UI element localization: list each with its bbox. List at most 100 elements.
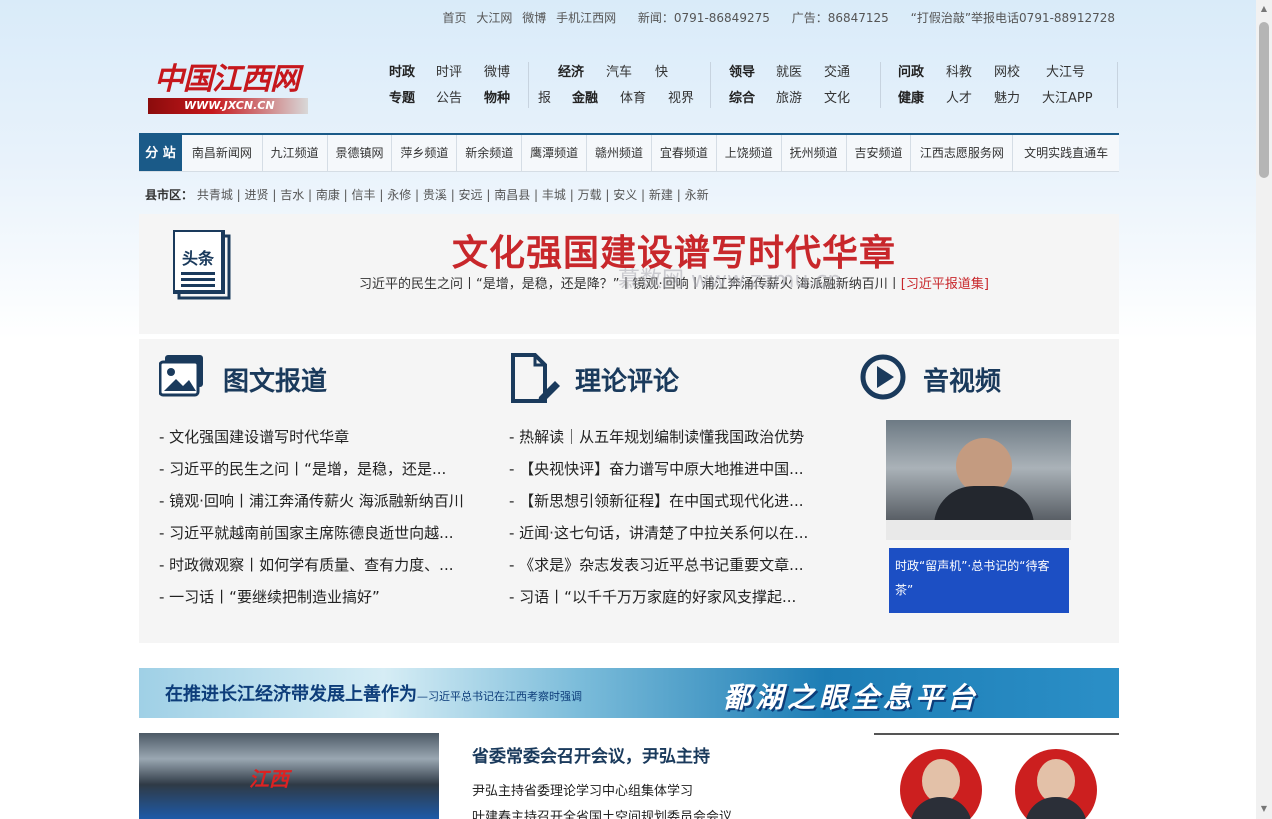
nav-shizheng[interactable]: 时政 — [389, 60, 436, 86]
channel-item[interactable]: 萍乡频道 — [392, 135, 458, 171]
theory-list: - 热解读｜从五年规划编制读懂我国政治优势 - 【央视快评】奋力谱写中原大地推进… — [509, 425, 839, 617]
theory-title[interactable]: 理论评论 — [575, 361, 679, 398]
nav-jiankang[interactable]: 健康 — [898, 86, 946, 112]
channel-item[interactable]: 文明实践直通车 — [1013, 135, 1119, 171]
site-logo[interactable]: 中国江西网 WWW.JXCN.CN — [148, 52, 314, 118]
nav-kuai[interactable]: 快 — [655, 60, 668, 86]
pic-report-list: - 文化强国建设谱写时代华章 - 习近平的民生之问丨“是增，是稳，还是... -… — [159, 425, 489, 617]
nav-weibo[interactable]: 微博 — [484, 60, 510, 86]
top-utility-bar: 首页 大江网 微博 手机江西网 新闻：0791-86849275 广告：8684… — [139, 9, 1115, 27]
nav-zhuanti[interactable]: 专题 — [389, 86, 436, 112]
channel-item[interactable]: 鹰潭频道 — [522, 135, 588, 171]
nav-divider — [1117, 62, 1118, 108]
nav-jinrong[interactable]: 金融 — [572, 86, 620, 112]
nav-meili[interactable]: 魅力 — [994, 86, 1042, 112]
channel-item[interactable]: 南昌新闻网 — [182, 135, 263, 171]
nav-wangxiao[interactable]: 网校 — [994, 60, 1046, 86]
nav-wenzheng[interactable]: 问政 — [898, 60, 946, 86]
list-item[interactable]: - 近闻·这七句话，讲清楚了中拉关系何以在... — [509, 521, 839, 553]
logo-text-cn: 中国江西网 — [154, 62, 300, 97]
leader-avatar[interactable] — [1015, 749, 1097, 819]
channel-item[interactable]: 上饶频道 — [717, 135, 782, 171]
banner-right-text: 鄱湖之眼全息平台 — [723, 681, 980, 714]
county-items[interactable]: 共青城 | 进贤 | 吉水 | 南康 | 信丰 | 永修 | 贵溪 | 安远 |… — [197, 188, 709, 202]
scroll-thumb[interactable] — [1259, 22, 1269, 178]
document-pen-icon — [511, 353, 560, 403]
video-header: 音视频 — [859, 353, 1109, 407]
banner-left: 在推进长江经济带发展上善作为—习近平总书记在江西考察时强调 — [165, 680, 582, 706]
thumbnail-desk — [886, 520, 1071, 540]
list-item[interactable]: - 《求是》杂志发表习近平总书记重要文章... — [509, 553, 839, 585]
nav-lingdao[interactable]: 领导 — [729, 60, 776, 86]
nav-shijie[interactable]: 视界 — [668, 86, 694, 112]
channel-item[interactable]: 抚州频道 — [782, 135, 847, 171]
nav-rencai[interactable]: 人才 — [946, 86, 994, 112]
channel-item[interactable]: 宜春频道 — [652, 135, 717, 171]
list-item[interactable]: - 镜观·回响丨浦江奔涌传薪火 海派融新纳百川 — [159, 489, 489, 521]
news-link[interactable]: 尹弘主持省委理论学习中心组集体学习 — [472, 780, 693, 799]
nav-jingji[interactable]: 经济 — [558, 60, 606, 86]
promo-banner[interactable]: 在推进长江经济带发展上善作为—习近平总书记在江西考察时强调 鄱湖之眼全息平台 — [139, 668, 1119, 718]
nav-jiuyi[interactable]: 就医 — [776, 60, 824, 86]
channel-item[interactable]: 江西志愿服务网 — [911, 135, 1014, 171]
nav-zonghe[interactable]: 综合 — [729, 86, 776, 112]
report-phone: “打假治敲”举报电话0791-88912728 — [910, 11, 1115, 25]
nav-dajianghao[interactable]: 大江号 — [1046, 60, 1085, 86]
channel-item[interactable]: 新余频道 — [457, 135, 523, 171]
list-item[interactable]: - 文化强国建设谱写时代华章 — [159, 425, 489, 457]
nav-kejiao[interactable]: 科教 — [946, 60, 994, 86]
page-scrollbar[interactable]: ▲ ▼ — [1256, 0, 1272, 819]
video-thumbnail[interactable] — [886, 420, 1071, 540]
photo-stage-text: 江西 — [249, 767, 289, 791]
channel-item[interactable]: 景德镇网 — [328, 135, 393, 171]
banner-left-small: —习近平总书记在江西考察时强调 — [417, 690, 582, 703]
top-link-home[interactable]: 首页 — [443, 11, 467, 25]
scroll-up-icon[interactable]: ▲ — [1259, 4, 1269, 14]
nav-wenhua[interactable]: 文化 — [824, 86, 850, 112]
top-link-mobile[interactable]: 手机江西网 — [556, 11, 616, 25]
banner-left-text: 在推进长江经济带发展上善作为 — [165, 684, 417, 705]
top-link-weibo[interactable]: 微博 — [522, 11, 546, 25]
nav-shiping[interactable]: 时评 — [436, 60, 484, 86]
list-item[interactable]: - 【央视快评】奋力谱写中原大地推进中国... — [509, 457, 839, 489]
list-item[interactable]: - 【新思想引领新征程】在中国式现代化进... — [509, 489, 839, 521]
news-link[interactable]: 叶建春主持召开全省国土空间规划委员会会议 — [472, 806, 732, 819]
video-caption[interactable]: 时政“留声机”·总书记的“待客茶” — [889, 548, 1069, 613]
news-photo[interactable]: 江西 — [139, 733, 439, 819]
nav-group-3: 领导 就医 交通 综合 旅游 文化 — [729, 60, 879, 112]
pic-report-title[interactable]: 图文报道 — [223, 361, 327, 398]
nav-wuzhong[interactable]: 物种 — [484, 86, 510, 112]
watermark: 慕数网 www.zzmu.cn — [618, 268, 842, 293]
nav-dajiang-app[interactable]: 大江APP — [1042, 86, 1093, 112]
top-link-dajiang[interactable]: 大江网 — [476, 11, 512, 25]
channel-item[interactable]: 赣州频道 — [587, 135, 652, 171]
list-item[interactable]: - 习语丨“以千千万万家庭的好家风支撑起... — [509, 585, 839, 617]
video-title[interactable]: 音视频 — [923, 361, 1001, 398]
ad-phone: 广告：86847125 — [791, 11, 889, 25]
nav-lvyou[interactable]: 旅游 — [776, 86, 824, 112]
nav-group-1: 时政 时评 微博 专题 公告 物种 — [389, 60, 519, 112]
top-news-title[interactable]: 省委常委会召开会议，尹弘主持 — [472, 742, 710, 767]
nav-group-2: 经济 汽车 快 报 金融 体育 视界 — [538, 60, 708, 112]
nav-divider — [710, 62, 711, 108]
list-item[interactable]: - 一习话丨“要继续把制造业搞好” — [159, 585, 489, 617]
logo-text-en: WWW.JXCN.CN — [148, 98, 308, 114]
channel-item[interactable]: 吉安频道 — [847, 135, 912, 171]
list-item[interactable]: - 习近平就越南前国家主席陈德良逝世向越... — [159, 521, 489, 553]
nav-tiyu[interactable]: 体育 — [620, 86, 668, 112]
county-links: 县市区： 共青城 | 进贤 | 吉水 | 南康 | 信丰 | 永修 | 贵溪 |… — [145, 186, 709, 203]
nav-bao[interactable]: 报 — [538, 86, 572, 112]
list-item[interactable]: - 习近平的民生之问丨“是增，是稳，还是... — [159, 457, 489, 489]
channel-item[interactable]: 九江频道 — [263, 135, 328, 171]
leader-avatar[interactable] — [900, 749, 982, 819]
leaders-panel — [874, 733, 1119, 819]
scroll-down-icon[interactable]: ▼ — [1259, 804, 1269, 814]
pic-report-header: 图文报道 — [159, 353, 419, 407]
nav-gonggao[interactable]: 公告 — [436, 86, 484, 112]
news-phone: 新闻：0791-86849275 — [637, 11, 770, 25]
list-item[interactable]: - 时政微观察丨如何学有质量、查有力度、... — [159, 553, 489, 585]
headline-report-collection[interactable]: [习近平报道集] — [901, 277, 989, 292]
list-item[interactable]: - 热解读｜从五年规划编制读懂我国政治优势 — [509, 425, 839, 457]
nav-jiaotong[interactable]: 交通 — [824, 60, 850, 86]
nav-qiche[interactable]: 汽车 — [606, 60, 655, 86]
